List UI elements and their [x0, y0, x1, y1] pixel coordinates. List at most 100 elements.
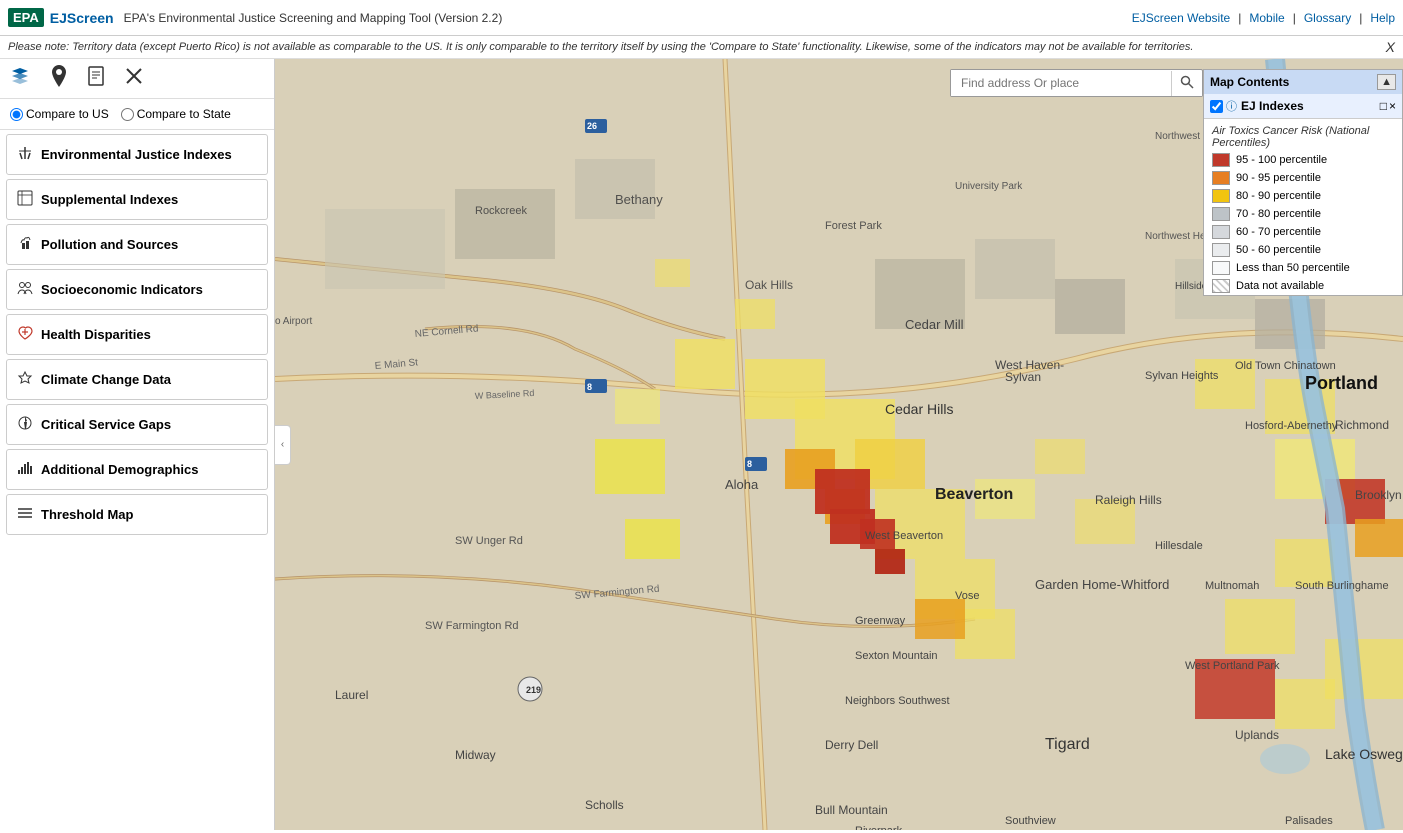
svg-text:Sylvan Heights: Sylvan Heights	[1145, 370, 1219, 382]
additional-demographics-icon	[17, 460, 33, 479]
legend-color-swatch	[1212, 207, 1230, 221]
menu-item-socioeconomic-indicators[interactable]: Socioeconomic Indicators	[6, 269, 268, 310]
sidebar: Compare to US Compare to State Environm	[0, 59, 275, 830]
compare-state-option[interactable]: Compare to State	[121, 107, 231, 121]
legend-color-swatch	[1212, 171, 1230, 185]
legend-label: 90 - 95 percentile	[1236, 172, 1321, 184]
compare-state-radio[interactable]	[121, 108, 134, 121]
map-area[interactable]: Rockcreek Bethany Forest Park University…	[275, 59, 1403, 830]
supplemental-indexes-icon	[17, 190, 33, 209]
svg-text:West Portland Park: West Portland Park	[1185, 660, 1280, 672]
health-icon	[17, 325, 33, 344]
svg-text:Uplands: Uplands	[1235, 728, 1279, 742]
pollution-icon	[17, 235, 33, 254]
layers-icon[interactable]	[10, 66, 30, 91]
menu-item-supplemental-indexes[interactable]: Supplemental Indexes	[6, 179, 268, 220]
legend-item-legend-na: Data not available	[1204, 277, 1402, 295]
menu-item-climate-change-data[interactable]: Climate Change Data	[6, 359, 268, 400]
svg-text:26: 26	[587, 121, 597, 131]
compare-us-label: Compare to US	[26, 107, 109, 121]
menu-label-pollution-and-sources: Pollution and Sources	[41, 237, 178, 252]
legend-color-swatch	[1212, 261, 1230, 275]
help-link[interactable]: Help	[1370, 11, 1395, 25]
compare-us-option[interactable]: Compare to US	[10, 107, 109, 121]
svg-text:Oak Hills: Oak Hills	[745, 278, 793, 292]
document-icon[interactable]	[88, 66, 104, 91]
climate-icon	[17, 370, 33, 389]
collapse-arrow-icon: ‹	[281, 439, 284, 450]
svg-text:Hillesdale: Hillesdale	[1155, 540, 1203, 552]
svg-text:Scholls: Scholls	[585, 798, 624, 812]
svg-text:8: 8	[587, 382, 592, 392]
legend-color-swatch	[1212, 243, 1230, 257]
sidebar-collapse-button[interactable]: ‹	[275, 425, 291, 465]
legend-item-legend-60-70: 60 - 70 percentile	[1204, 223, 1402, 241]
search-button[interactable]	[1171, 71, 1202, 96]
map-contents-panel: Map Contents ▲ ⓘ EJ Indexes □ × Air Toxi…	[1203, 69, 1403, 296]
menu-item-pollution-and-sources[interactable]: Pollution and Sources	[6, 224, 268, 265]
legend-label: Data not available	[1236, 280, 1324, 292]
svg-text:University Park: University Park	[955, 181, 1023, 192]
map-contents-actions: ▲	[1377, 74, 1396, 90]
search-icon	[1180, 75, 1194, 89]
menu-item-threshold-map[interactable]: Threshold Map	[6, 494, 268, 535]
legend-item-legend-90-95: 90 - 95 percentile	[1204, 169, 1402, 187]
main-content: Compare to US Compare to State Environm	[0, 59, 1403, 830]
app-header: EPA EJScreen EPA's Environmental Justice…	[0, 0, 1403, 36]
notice-close-button[interactable]: X	[1386, 39, 1395, 55]
svg-text:SW Unger Rd: SW Unger Rd	[455, 535, 523, 547]
menu-item-critical-service-gaps[interactable]: Critical Service Gaps	[6, 404, 268, 445]
location-pin-icon[interactable]	[50, 65, 68, 92]
menu-item-environmental-justice-indexes[interactable]: Environmental Justice Indexes	[6, 134, 268, 175]
svg-text:West Beaverton: West Beaverton	[865, 530, 943, 542]
svg-text:219: 219	[526, 685, 541, 695]
svg-text:8: 8	[747, 459, 752, 469]
legend-label: 60 - 70 percentile	[1236, 226, 1321, 238]
tools-icon[interactable]	[124, 66, 144, 91]
svg-text:Hosford-Abernethy: Hosford-Abernethy	[1245, 420, 1338, 432]
ej-indexes-info-icon[interactable]: ⓘ	[1226, 98, 1237, 114]
svg-text:Lake Oswego: Lake Oswego	[1325, 746, 1403, 762]
svg-text:Bull Mountain: Bull Mountain	[815, 803, 888, 817]
legend-color-swatch	[1212, 189, 1230, 203]
svg-text:Neighbors Southwest: Neighbors Southwest	[845, 695, 950, 707]
svg-text:Cedar Mill: Cedar Mill	[905, 317, 964, 332]
notice-text: Please note: Territory data (except Puer…	[8, 41, 1193, 53]
app-subtitle: EPA's Environmental Justice Screening an…	[124, 11, 503, 25]
ej-indexes-expand-button[interactable]: □	[1380, 99, 1387, 113]
socioeconomic-icon	[17, 280, 33, 299]
map-contents-title: Map Contents	[1210, 75, 1289, 89]
ej-indexes-checkbox[interactable]	[1210, 100, 1223, 113]
svg-text:South Burlinghame: South Burlinghame	[1295, 580, 1389, 592]
epa-logo: EPA	[8, 8, 44, 27]
logo-area: EPA EJScreen EPA's Environmental Justice…	[8, 8, 502, 27]
menu-item-health-disparities[interactable]: Health Disparities	[6, 314, 268, 355]
menu-label-socioeconomic-indicators: Socioeconomic Indicators	[41, 282, 203, 297]
ej-indexes-actions: □ ×	[1380, 99, 1396, 113]
svg-text:SW Farmington Rd: SW Farmington Rd	[425, 620, 519, 632]
menu-label-environmental-justice-indexes: Environmental Justice Indexes	[41, 147, 232, 162]
legend-item-legend-80-90: 80 - 90 percentile	[1204, 187, 1402, 205]
legend-label: 95 - 100 percentile	[1236, 154, 1327, 166]
map-contents-header: Map Contents ▲	[1204, 70, 1402, 94]
menu-item-additional-demographics[interactable]: Additional Demographics	[6, 449, 268, 490]
svg-text:Laurel: Laurel	[335, 688, 368, 702]
glossary-link[interactable]: Glossary	[1304, 11, 1351, 25]
ej-indexes-close-button[interactable]: ×	[1389, 99, 1396, 113]
ejscreen-website-link[interactable]: EJScreen Website	[1132, 11, 1231, 25]
svg-text:Beaverton: Beaverton	[935, 486, 1013, 503]
legend-item-legend-95-100: 95 - 100 percentile	[1204, 151, 1402, 169]
notice-bar: Please note: Territory data (except Puer…	[0, 36, 1403, 59]
legend-title: Air Toxics Cancer Risk (National Percent…	[1204, 119, 1402, 151]
map-contents-collapse-button[interactable]: ▲	[1377, 74, 1396, 90]
compare-us-radio[interactable]	[10, 108, 23, 121]
svg-text:Bethany: Bethany	[615, 192, 663, 207]
menu-label-additional-demographics: Additional Demographics	[41, 462, 198, 477]
legend-items: 95 - 100 percentile 90 - 95 percentile 80 …	[1204, 151, 1402, 295]
svg-text:Midway: Midway	[455, 748, 496, 762]
legend-item-legend-50-60: 50 - 60 percentile	[1204, 241, 1402, 259]
search-input[interactable]	[951, 70, 1171, 96]
svg-text:Palisades: Palisades	[1285, 815, 1333, 827]
mobile-link[interactable]: Mobile	[1249, 11, 1284, 25]
critical-service-icon	[17, 415, 33, 434]
